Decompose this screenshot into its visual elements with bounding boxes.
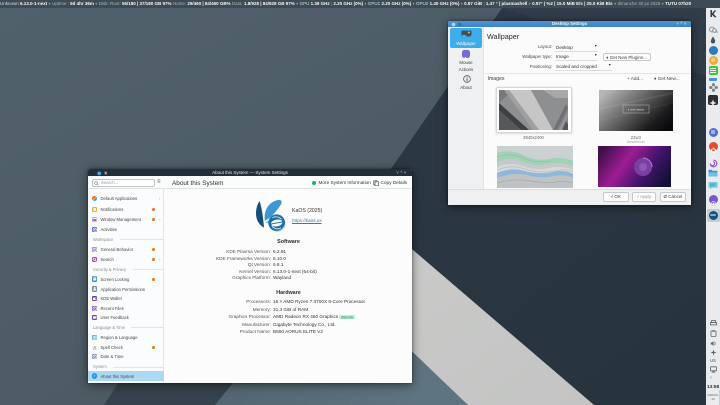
svg-text:i: i <box>94 373 96 378</box>
svg-text:A: A <box>93 345 96 350</box>
svg-text:a noite interior: a noite interior <box>628 107 645 111</box>
